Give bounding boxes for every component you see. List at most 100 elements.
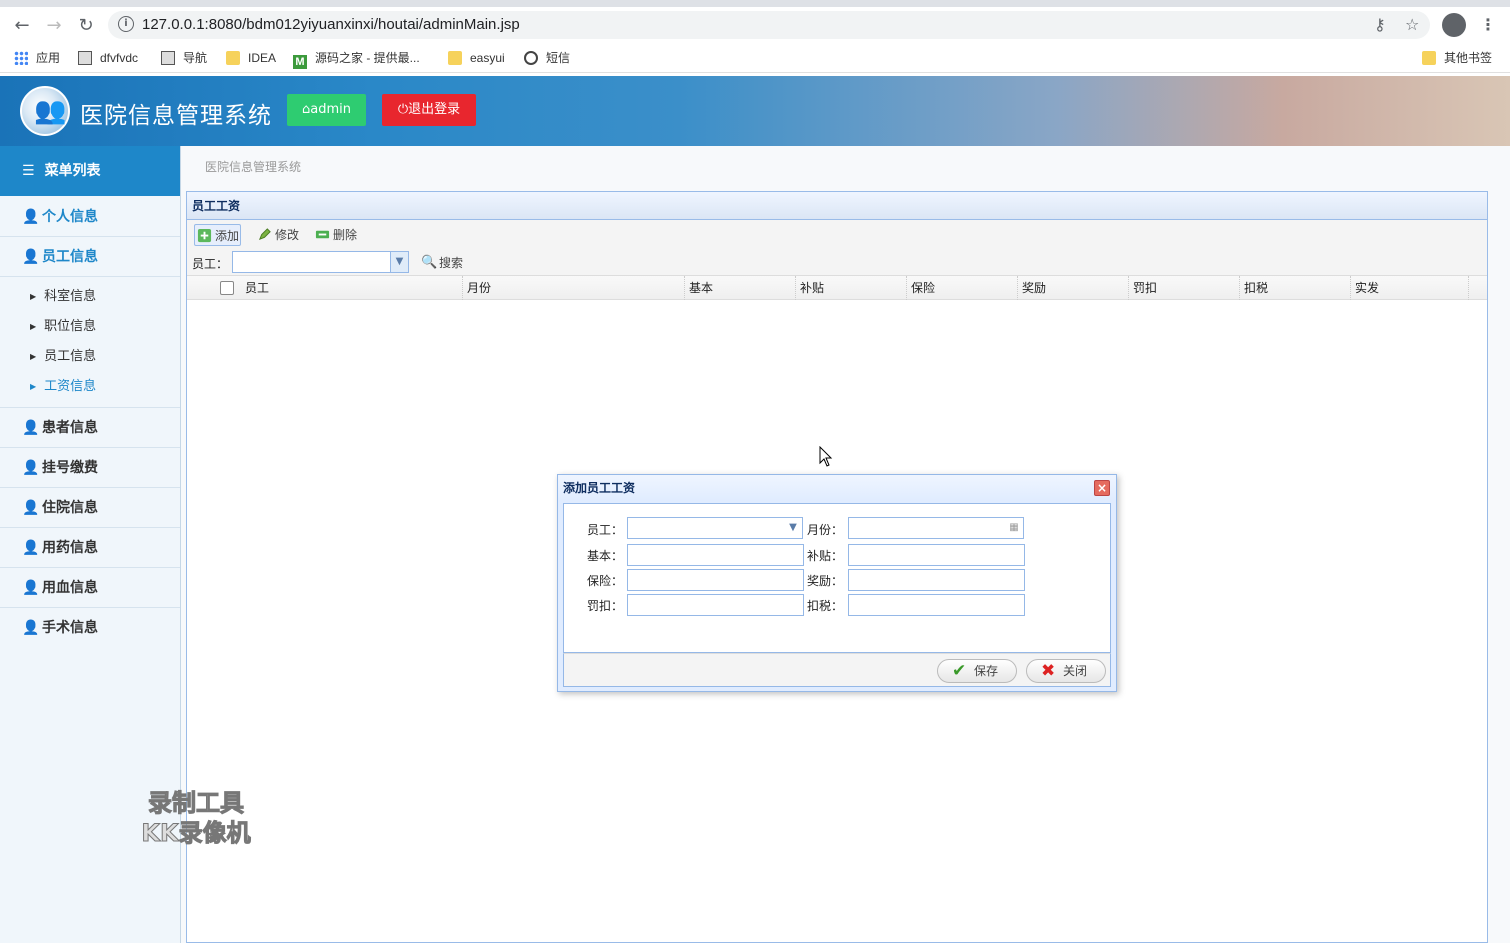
- bookmark-sms[interactable]: 短信: [524, 49, 570, 67]
- search-button[interactable]: 🔍 搜索: [419, 252, 463, 274]
- caret-right-icon: ▶: [30, 382, 37, 391]
- bonus-label: 奖励：: [807, 574, 844, 588]
- month-date-field[interactable]: ▦: [848, 517, 1024, 539]
- sidebar-item-staff[interactable]: 👤 员工信息: [0, 237, 180, 277]
- user-icon: 👤: [22, 249, 40, 265]
- caret-right-icon: ▶: [30, 322, 37, 331]
- bookmark-yuanma[interactable]: M 源码之家 - 提供最...: [293, 49, 420, 69]
- save-button[interactable]: ✔ 保存: [937, 659, 1017, 683]
- key-icon[interactable]: ⚷: [1374, 15, 1386, 34]
- bookmark-easyui[interactable]: easyui: [448, 49, 505, 67]
- bookmark-other[interactable]: 其他书签: [1422, 49, 1492, 67]
- dialog-footer: ✔ 保存 ✖ 关闭: [563, 653, 1111, 687]
- sidebar-item-medicine[interactable]: 👤 用药信息: [0, 528, 180, 568]
- bookmarks-bar: 应用 dfvfvdc 导航 IDEA M 源码之家 - 提供最... easyui…: [0, 43, 1510, 73]
- add-salary-dialog: 添加员工工资 × 员工： ▼ 月份： ▦ 基本： 补贴： 保险： 奖励： 罚扣：…: [557, 474, 1117, 692]
- col-base[interactable]: 基本: [685, 276, 796, 300]
- chevron-down-icon[interactable]: ▼: [390, 252, 408, 272]
- pencil-icon: [258, 228, 271, 241]
- forward-icon[interactable]: →: [42, 14, 66, 38]
- dialog-form: 员工： ▼ 月份： ▦ 基本： 补贴： 保险： 奖励： 罚扣： 扣税：: [563, 503, 1111, 653]
- col-bonus[interactable]: 奖励: [1018, 276, 1129, 300]
- bonus-input[interactable]: [848, 569, 1025, 591]
- folder-icon: [448, 51, 462, 65]
- col-insurance[interactable]: 保险: [907, 276, 1018, 300]
- url-field[interactable]: i 127.0.0.1:8080/bdm012yiyuanxinxi/houta…: [108, 11, 1430, 39]
- cancel-x-icon: ✖: [1041, 661, 1056, 681]
- col-allowance[interactable]: 补贴: [796, 276, 907, 300]
- sidebar-item-registration[interactable]: 👤 挂号缴费: [0, 448, 180, 488]
- user-icon: 👤: [22, 460, 40, 476]
- caret-right-icon: ▶: [30, 352, 37, 361]
- add-button[interactable]: 添加: [194, 224, 241, 246]
- folder-icon: [1422, 51, 1436, 65]
- allowance-label: 补贴：: [807, 549, 844, 563]
- tax-input[interactable]: [848, 594, 1025, 616]
- sub-item-salary[interactable]: ▶ 工资信息: [0, 372, 180, 402]
- page-icon: [161, 51, 175, 65]
- users-logo-icon: 👥: [20, 86, 70, 136]
- col-employee[interactable]: 员工: [241, 276, 463, 300]
- remove-icon: [315, 230, 330, 239]
- dialog-title: 添加员工工资: [558, 475, 1116, 501]
- checkmark-icon: ✔: [952, 661, 967, 681]
- profile-avatar-icon[interactable]: [1442, 13, 1466, 37]
- user-icon: 👤: [22, 420, 40, 436]
- select-all-checkbox[interactable]: [220, 281, 234, 295]
- user-icon: 👤: [22, 209, 40, 225]
- user-icon: 👤: [22, 500, 40, 516]
- sidebar-item-patient[interactable]: 👤 患者信息: [0, 408, 180, 448]
- sidebar-item-personal[interactable]: 👤 个人信息: [0, 197, 180, 237]
- sub-item-department[interactable]: ▶ 科室信息: [0, 282, 180, 312]
- close-button[interactable]: ✖ 关闭: [1026, 659, 1106, 683]
- star-icon[interactable]: ☆: [1405, 15, 1419, 34]
- employee-search-select[interactable]: ▼: [232, 251, 409, 273]
- base-label: 基本：: [587, 549, 624, 563]
- tax-label: 扣税：: [807, 599, 844, 613]
- toolbar: 添加 修改 删除 员工： ▼ 🔍 搜索: [187, 220, 1487, 276]
- close-icon[interactable]: ×: [1094, 480, 1110, 496]
- address-bar: ← → ↻ i 127.0.0.1:8080/bdm012yiyuanxinxi…: [0, 7, 1510, 43]
- bookmark-dfvfvdc[interactable]: dfvfvdc: [78, 49, 138, 67]
- bookmark-apps[interactable]: 应用: [14, 49, 60, 67]
- recorder-watermark: 录制工具 KK录像机: [141, 789, 251, 848]
- allowance-input[interactable]: [848, 544, 1025, 566]
- apps-icon: [14, 51, 28, 65]
- base-input[interactable]: [627, 544, 804, 566]
- insurance-input[interactable]: [627, 569, 804, 591]
- employee-label: 员工：: [587, 523, 624, 537]
- bookmark-idea[interactable]: IDEA: [226, 49, 276, 67]
- delete-button[interactable]: 删除: [313, 224, 357, 246]
- menu-heading: ☰ 菜单列表: [0, 146, 180, 196]
- col-month[interactable]: 月份: [463, 276, 685, 300]
- back-icon[interactable]: ←: [10, 14, 34, 38]
- info-icon[interactable]: i: [118, 16, 134, 32]
- sidebar-item-surgery[interactable]: 👤 手术信息: [0, 608, 180, 648]
- admin-button[interactable]: ⌂admin: [287, 94, 366, 126]
- edit-button[interactable]: 修改: [255, 224, 299, 246]
- app-title: 医院信息管理系统: [80, 103, 272, 129]
- m-icon: M: [293, 55, 307, 69]
- employee-select[interactable]: ▼: [627, 517, 803, 539]
- user-icon: 👤: [22, 540, 40, 556]
- penalty-label: 罚扣：: [587, 599, 624, 613]
- browser-tab-strip: [0, 0, 1510, 7]
- col-penalty[interactable]: 罚扣: [1129, 276, 1240, 300]
- calendar-icon[interactable]: ▦: [1005, 518, 1023, 538]
- col-tax[interactable]: 扣税: [1240, 276, 1351, 300]
- menu-kebab-icon[interactable]: ⋮: [1480, 15, 1496, 34]
- bookmark-nav[interactable]: 导航: [161, 49, 207, 67]
- chevron-down-icon[interactable]: ▼: [784, 518, 802, 538]
- logout-button[interactable]: ⏻退出登录: [382, 94, 476, 126]
- sub-item-position[interactable]: ▶ 职位信息: [0, 312, 180, 342]
- reload-icon[interactable]: ↻: [74, 14, 98, 38]
- insurance-label: 保险：: [587, 574, 624, 588]
- sidebar-item-blood[interactable]: 👤 用血信息: [0, 568, 180, 608]
- mouse-cursor-icon: [819, 446, 833, 467]
- list-icon: ☰: [22, 163, 35, 179]
- col-net[interactable]: 实发: [1351, 276, 1469, 300]
- penalty-input[interactable]: [627, 594, 804, 616]
- sidebar-item-inpatient[interactable]: 👤 住院信息: [0, 488, 180, 528]
- sub-item-staff[interactable]: ▶ 员工信息: [0, 342, 180, 372]
- power-icon: ⏻: [397, 102, 409, 117]
